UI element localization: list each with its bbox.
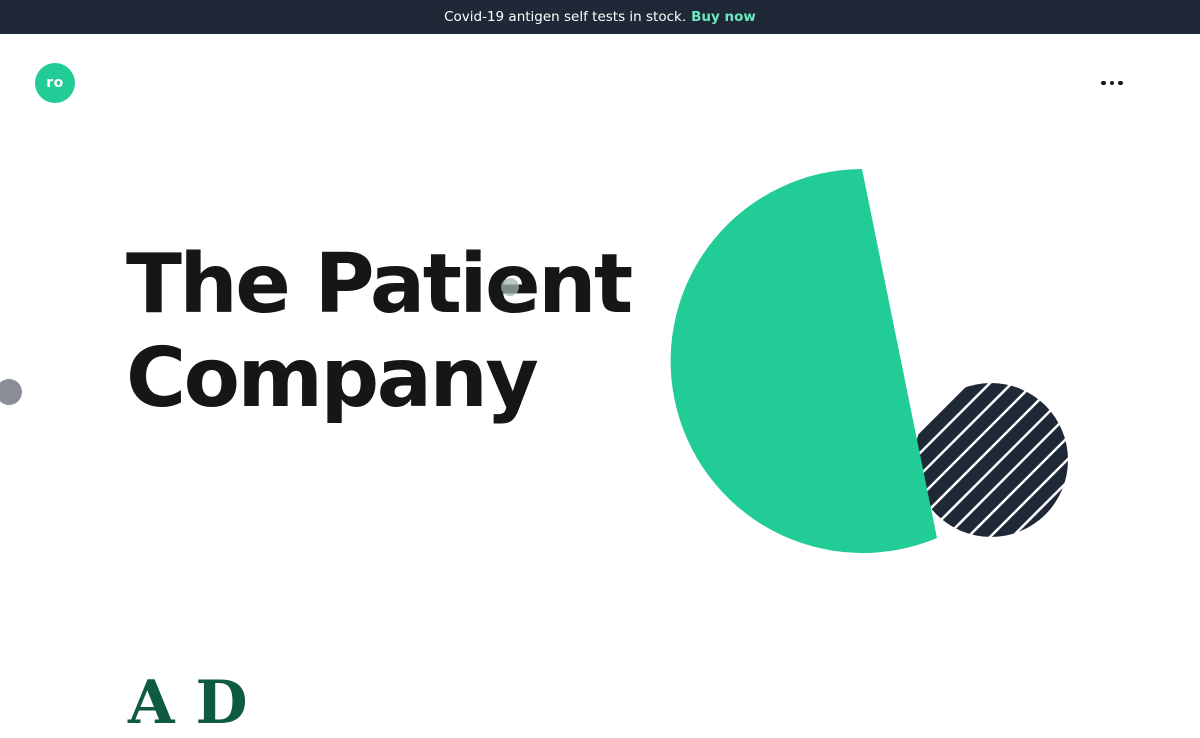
hero-title-line-1: The Patient [126, 237, 633, 332]
announcement-bar: Covid-19 antigen self tests in stock. Bu… [0, 0, 1200, 34]
cursor-highlight-dot [501, 278, 519, 296]
next-section-heading: A D [128, 668, 248, 738]
menu-button[interactable] [1096, 72, 1128, 94]
hero-illustration [670, 169, 1068, 553]
green-half-circle [670, 169, 937, 553]
more-horizontal-icon [1101, 80, 1106, 86]
side-indicator-dot [0, 379, 22, 405]
more-horizontal-icon-dot [1109, 80, 1115, 86]
announcement-text: Covid-19 antigen self tests in stock. [444, 9, 687, 25]
hero-title: The Patient Company [126, 237, 633, 426]
buy-now-link[interactable]: Buy now [691, 9, 756, 25]
ro-logo[interactable]: ro [35, 63, 75, 103]
hero-title-line-2: Company [126, 331, 539, 426]
more-horizontal-icon-dot [1118, 80, 1123, 86]
